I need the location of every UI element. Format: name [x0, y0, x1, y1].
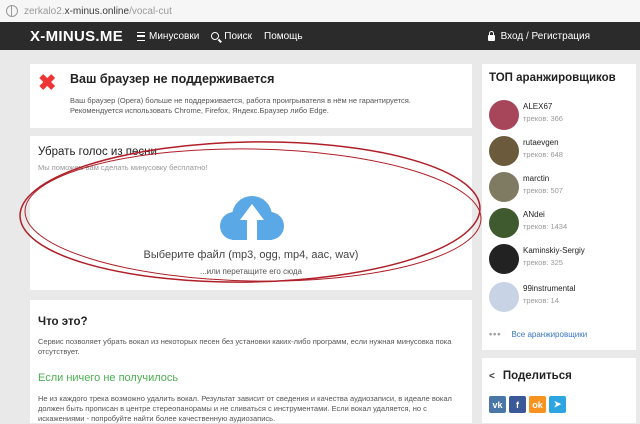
url-path: /vocal-cut	[129, 5, 172, 17]
share-card: < Поделиться vk f ok ➤	[482, 358, 636, 423]
upload-title: Убрать голос из песни	[38, 146, 157, 158]
nav-help[interactable]: Помощь	[264, 31, 303, 42]
about-card: Что это? Сервис позволяет убрать вокал и…	[30, 300, 472, 423]
arranger-name[interactable]: Kaminskiy-Sergiy	[523, 246, 585, 255]
globe-icon	[6, 5, 18, 17]
arranger-name[interactable]: ALEX67	[523, 102, 552, 111]
search-icon	[211, 32, 220, 40]
avatar[interactable]	[489, 100, 519, 130]
browser-warning-card: ✖ Ваш браузер не поддерживается Ваш брау…	[30, 64, 472, 128]
main-nav: Минусовки Поиск Помощь	[137, 31, 315, 42]
arranger-item[interactable]: ANdei треков: 1434	[489, 208, 634, 240]
cloud-upload-icon[interactable]	[212, 194, 288, 246]
arranger-name[interactable]: marctin	[523, 174, 549, 183]
about-text-2: Не из каждого трека возможно удалить вок…	[38, 394, 452, 423]
avatar[interactable]	[489, 244, 519, 274]
arranger-tracks: треков: 14	[523, 296, 559, 305]
lock-icon	[487, 30, 495, 41]
vk-icon: vk	[492, 399, 503, 410]
nav-search[interactable]: Поиск	[211, 31, 252, 42]
more-dots-icon: •••	[489, 329, 502, 339]
arranger-tracks: треков: 648	[523, 150, 563, 159]
arranger-item[interactable]: rutaevgen треков: 648	[489, 136, 634, 168]
arranger-tracks: треков: 325	[523, 258, 563, 267]
login-label: Вход / Регистрация	[500, 30, 590, 42]
choose-file-button[interactable]: Выберите файл (mp3, ogg, mp4, aac, wav)	[30, 249, 472, 261]
share-facebook-button[interactable]: f	[509, 396, 526, 413]
top-arrangers-card: ТОП аранжировщиков ALEX67 треков: 366 ruta…	[482, 64, 636, 350]
about-subtitle: Если ничего не получилось	[38, 372, 179, 384]
arranger-tracks: треков: 366	[523, 114, 563, 123]
nav-help-label: Помощь	[264, 30, 303, 42]
upload-card: Убрать голос из песни Мы поможем вам сде…	[30, 136, 472, 290]
url-prefix: zerkalo2.	[24, 5, 65, 17]
share-odnoklassniki-button[interactable]: ok	[529, 396, 546, 413]
top-arrangers-title: ТОП аранжировщиков	[489, 72, 616, 84]
site-header: X-MINUS.ME Минусовки Поиск Помощь Вход /…	[0, 22, 640, 50]
warning-text: Ваш браузер (Opera) больше не поддержива…	[70, 96, 411, 115]
arranger-tracks: треков: 507	[523, 186, 563, 195]
close-icon: ✖	[38, 70, 57, 95]
warning-title: Ваш браузер не поддерживается	[70, 72, 275, 86]
arranger-name[interactable]: rutaevgen	[523, 138, 559, 147]
avatar[interactable]	[489, 172, 519, 202]
share-title: < Поделиться	[489, 370, 572, 382]
share-telegram-button[interactable]: ➤	[549, 396, 566, 413]
odnoklassniki-icon: ok	[532, 399, 543, 410]
share-vk-button[interactable]: vk	[489, 396, 506, 413]
arranger-item[interactable]: marctin треков: 507	[489, 172, 634, 204]
url-host: x-minus.online	[64, 5, 130, 17]
avatar[interactable]	[489, 208, 519, 238]
menu-icon	[137, 31, 145, 41]
nav-search-label: Поиск	[224, 30, 252, 42]
nav-minusovki-label: Минусовки	[149, 30, 200, 42]
share-icon: <	[489, 370, 495, 382]
arranger-name[interactable]: 99instrumental	[523, 284, 575, 293]
avatar[interactable]	[489, 136, 519, 166]
arranger-item[interactable]: 99instrumental треков: 14	[489, 282, 634, 314]
drag-drop-hint: ...или перетащите его сюда	[199, 267, 303, 276]
address-bar[interactable]: zerkalo2.x-minus.online/vocal-cut	[0, 0, 640, 23]
avatar[interactable]	[489, 282, 519, 312]
login-link[interactable]: Вход / Регистрация	[487, 30, 590, 42]
about-title: Что это?	[38, 316, 88, 328]
all-arrangers-label: Все аранжировщики	[511, 329, 588, 339]
upload-subtitle: Мы поможем вам сделать минусовку бесплат…	[38, 163, 208, 172]
url-text[interactable]: zerkalo2.x-minus.online/vocal-cut	[24, 6, 172, 17]
share-buttons: vk f ok ➤	[489, 396, 569, 413]
arranger-name[interactable]: ANdei	[523, 210, 545, 219]
telegram-icon: ➤	[553, 399, 562, 409]
all-arrangers-link[interactable]: ••• Все аранжировщики	[489, 329, 587, 339]
arranger-item[interactable]: ALEX67 треков: 366	[489, 100, 634, 132]
arranger-tracks: треков: 1434	[523, 222, 568, 231]
nav-minusovki[interactable]: Минусовки	[137, 31, 199, 42]
site-logo[interactable]: X-MINUS.ME	[30, 28, 123, 45]
arranger-item[interactable]: Kaminskiy-Sergiy треков: 325	[489, 244, 634, 276]
about-text: Сервис позволяет убрать вокал из некотор…	[38, 337, 452, 356]
facebook-icon: f	[516, 399, 519, 410]
share-title-label: Поделиться	[502, 370, 572, 382]
